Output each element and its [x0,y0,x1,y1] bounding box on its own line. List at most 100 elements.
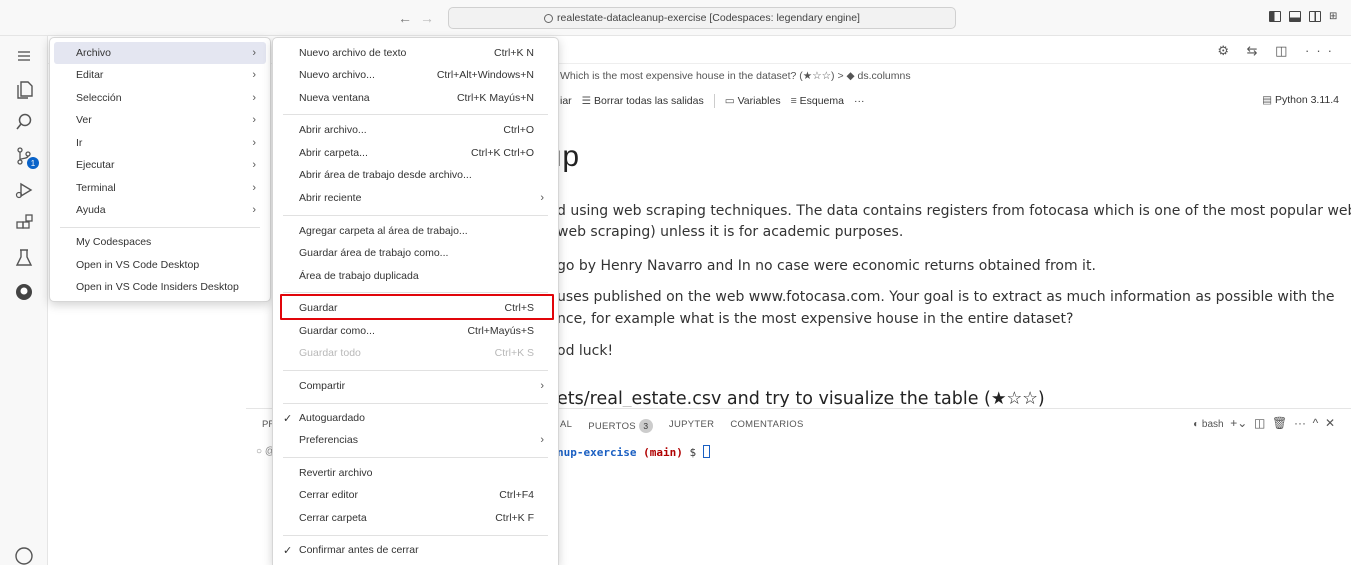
toggle-primary-sidebar-icon[interactable] [1269,11,1281,22]
menu-item-open-folder[interactable]: Abrir carpeta... Ctrl+K Ctrl+O [277,142,554,164]
chevron-right-icon: › [252,69,256,81]
menu-item-ayuda[interactable]: Ayuda › [54,199,266,221]
menu-item-editar[interactable]: Editar › [54,64,266,86]
menu-item-open-file[interactable]: Abrir archivo... Ctrl+O [277,119,554,141]
terminal-cursor [702,445,710,458]
checkmark-icon: ✓ [283,412,293,425]
menu-separator [283,403,548,404]
menu-item-open-vscode-desktop[interactable]: Open in VS Code Desktop [54,254,266,276]
menu-item-save-all[interactable]: Guardar todo Ctrl+K S [277,342,554,364]
clear-outputs-button[interactable]: ☰ Borrar todas las salidas [582,95,704,107]
maximize-panel-icon[interactable]: ^ [1313,416,1322,430]
title-bar: ← → realestate-datacleanup-exercise [Cod… [0,0,1351,36]
menu-item-new-text-file[interactable]: Nuevo archivo de texto Ctrl+K N [277,42,554,64]
menu-item-autosave[interactable]: ✓ Autoguardado [277,407,554,429]
chevron-right-icon: › [252,114,256,126]
menu-separator [283,292,548,293]
tab-comments[interactable]: COMENTARIOS [730,419,803,433]
terminal-dollar: $ [689,446,697,459]
variables-button[interactable]: ▭ Variables [725,95,781,107]
menu-item-preferences[interactable]: Preferencias › [277,429,554,451]
menu-item-add-folder-to-workspace[interactable]: Agregar carpeta al área de trabajo... [277,220,554,242]
chevron-right-icon: › [252,159,256,171]
panel-actions: ◐ bash +⌄ ◫ 🗑 ··· ^ ✕ [1193,416,1335,430]
layout-controls: ⊞ [1269,11,1341,22]
menu-item-new-window[interactable]: Nueva ventana Ctrl+K Mayús+N [277,87,554,109]
menu-item-confirm-before-close[interactable]: ✓ Confirmar antes de cerrar [277,539,554,561]
menu-item-ir[interactable]: Ir › [54,132,266,154]
run-all-button[interactable]: iar [560,95,572,107]
menu-item-open-vscode-insiders[interactable]: Open in VS Code Insiders Desktop [54,276,266,298]
toggle-secondary-sidebar-icon[interactable] [1309,11,1321,22]
menu-item-duplicate-workspace[interactable]: Área de trabajo duplicada [277,265,554,287]
kernel-icon: ▤ [1262,94,1275,106]
menu-item-revert-file[interactable]: Revertir archivo [277,462,554,484]
menu-item-seleccion[interactable]: Selección › [54,87,266,109]
terminal-line[interactable]: nup-exercise (main) $ [557,445,710,459]
menu-item-open-recent[interactable]: Abrir reciente › [277,187,554,209]
tab-jupyter[interactable]: JUPYTER [669,419,714,433]
menu-item-my-codespaces[interactable]: My Codespaces [54,231,266,253]
activity-bar: 1 [0,36,48,565]
breadcrumb[interactable]: Which is the most expensive house in the… [560,70,911,82]
kill-terminal-icon[interactable]: 🗑 [1272,416,1291,430]
back-arrow-icon[interactable]: ← [398,10,412,26]
markdown-line: uses published on the web www.fotocasa.c… [557,289,1335,305]
checkmark-icon: ✓ [283,544,293,557]
menu-item-save-as[interactable]: Guardar como... Ctrl+Mayús+S [277,320,554,342]
chevron-right-icon: › [252,137,256,149]
menu-item-open-workspace-from-file[interactable]: Abrir área de trabajo desde archivo... [277,164,554,186]
source-control-badge: 1 [27,157,39,169]
terminal-profile-button[interactable]: ◐ bash [1193,419,1224,430]
more-actions-button[interactable]: ··· [854,95,865,107]
chevron-right-icon: › [252,182,256,194]
menu-item-archivo[interactable]: Archivo › [54,42,266,64]
github-icon[interactable] [0,272,48,312]
chevron-right-icon: › [540,434,544,446]
menu-item-terminal[interactable]: Terminal › [54,177,266,199]
markdown-line: d using web scraping techniques. The dat… [557,203,1351,219]
accounts-icon[interactable] [0,536,48,565]
close-panel-icon[interactable]: ✕ [1325,416,1335,430]
menu-item-share[interactable]: Compartir › [277,375,554,397]
menu-item-close-folder[interactable]: Cerrar carpeta Ctrl+K F [277,507,554,529]
menu-item-save-workspace-as[interactable]: Guardar área de trabajo como... [277,242,554,264]
customize-layout-icon[interactable]: ⊞ [1329,11,1341,22]
variables-icon: ▭ [724,95,738,107]
markdown-line: web scraping) unless it is for academic … [557,224,904,240]
command-center[interactable]: realestate-datacleanup-exercise [Codespa… [448,7,956,29]
tab-ports[interactable]: PUERTOS 3 [588,419,653,433]
menu-separator [60,227,260,228]
menu-separator [283,535,548,536]
tab-terminal[interactable]: AL [560,419,572,433]
chevron-right-icon: › [252,92,256,104]
clear-outputs-icon: ☰ [581,95,595,107]
toggle-panel-icon[interactable] [1289,11,1301,22]
ports-count-badge: 3 [638,419,653,433]
markdown-line: od luck! [557,343,614,359]
chevron-right-icon: › [540,192,544,204]
menu-item-ver[interactable]: Ver › [54,109,266,131]
menu-separator [283,215,548,216]
annotation-highlight-box [280,294,554,320]
kernel-picker[interactable]: ▤ Python 3.11.4 [1262,94,1339,106]
split-terminal-icon[interactable]: ◫ [1254,416,1269,430]
outline-button[interactable]: ≡ Esquema [791,95,844,107]
menu-separator [283,457,548,458]
editor-actions[interactable]: ⚙ ⇆ ◫ ··· [1217,43,1339,59]
chevron-right-icon: › [252,47,256,59]
menu-item-new-file[interactable]: Nuevo archivo... Ctrl+Alt+Windows+N [277,64,554,86]
chevron-right-icon: › [252,204,256,216]
new-terminal-icon[interactable]: +⌄ [1227,416,1251,430]
forward-arrow-icon[interactable]: → [420,10,434,26]
markdown-line: nce, for example what is the most expens… [557,311,1074,327]
more-icon[interactable]: ··· [1294,416,1309,430]
terminal-path: nup-exercise [557,446,637,459]
panel-tabs: AL PUERTOS 3 JUPYTER COMENTARIOS [560,419,804,433]
toolbar-divider [713,94,715,108]
menu-separator [283,370,548,371]
command-center-label: realestate-datacleanup-exercise [Codespa… [557,12,860,24]
menu-item-ejecutar[interactable]: Ejecutar › [54,154,266,176]
app-menu: Archivo › Editar › Selección › Ver › Ir › Eje… [49,37,271,302]
menu-item-close-editor[interactable]: Cerrar editor Ctrl+F4 [277,484,554,506]
